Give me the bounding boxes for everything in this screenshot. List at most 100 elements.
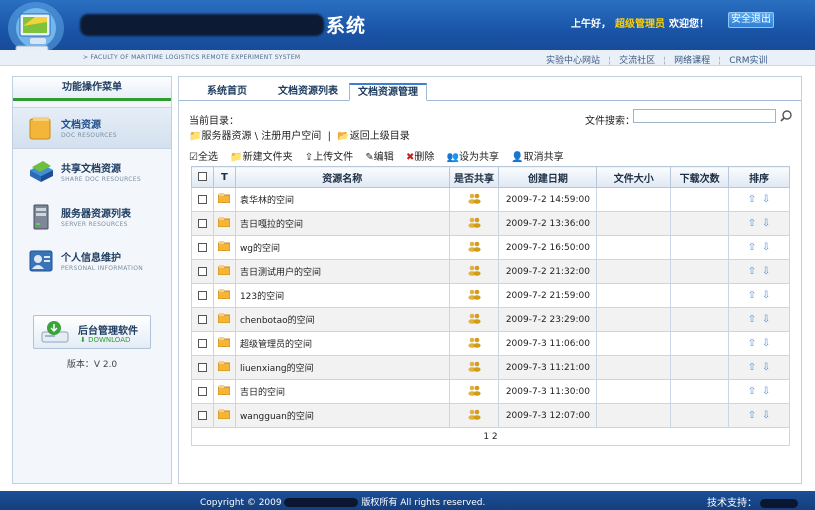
table-row[interactable]: chenbotao的空间 2009-7-2 23:29:00 ⇧ ⇩ [191,307,790,332]
move-up-icon[interactable]: ⇧ [748,386,756,397]
top-link-online-course[interactable]: 网络课程 [674,56,710,66]
move-down-icon[interactable]: ⇩ [762,362,770,373]
move-up-icon[interactable]: ⇧ [748,290,756,301]
sidebar-item-personal-info[interactable]: 个人信息维护 PERSONAL INFORMATION [13,241,171,283]
header-size[interactable]: 文件大小 [596,166,672,188]
move-up-icon[interactable]: ⇧ [748,314,756,325]
row-name[interactable]: 超级管理员的空间 [234,331,450,356]
folder-icon [217,241,231,252]
header-downloads[interactable]: 下载次数 [670,166,730,188]
row-name[interactable]: 吉日测试用户的空间 [234,259,450,284]
table-row[interactable]: wg的空间 2009-7-2 16:50:00 ⇧ ⇩ [191,235,790,260]
top-link-community[interactable]: 交流社区 [619,56,655,66]
row-name[interactable]: 123的空间 [234,283,450,308]
row-select-cell[interactable] [191,307,214,332]
go-up-link[interactable]: 返回上级目录 [350,131,410,142]
tab-home[interactable]: 系统首页 [193,83,261,101]
row-select-cell[interactable] [191,187,214,212]
folder-icon [217,361,231,372]
sidebar-item-doc-resources[interactable]: 文档资源 DOC RESOURCES [13,107,171,149]
move-down-icon[interactable]: ⇩ [762,290,770,301]
download-admin-software-button[interactable]: 后台管理软件 ⬇ DOWNLOAD [33,315,151,349]
move-up-icon[interactable]: ⇧ [748,194,756,205]
header-type: T [212,166,236,188]
move-up-icon[interactable]: ⇧ [748,338,756,349]
row-select-cell[interactable] [191,331,214,356]
table-row[interactable]: 吉日嘎拉的空间 2009-7-2 13:36:00 ⇧ ⇩ [191,211,790,236]
move-down-icon[interactable]: ⇩ [762,242,770,253]
row-name[interactable]: 吉日的空间 [234,379,450,404]
row-downloads [670,355,730,380]
breadcrumb-current[interactable]: 注册用户空间 [261,131,321,142]
move-down-icon[interactable]: ⇩ [762,266,770,277]
move-up-icon[interactable]: ⇧ [748,218,756,229]
checkbox[interactable] [197,290,207,300]
tab-doc-list[interactable]: 文档资源列表 [269,83,347,101]
delete-button[interactable]: ✖删除 [406,148,434,163]
header-name[interactable]: 资源名称 [234,166,450,188]
sidebar-item-server-resources[interactable]: 服务器资源列表 SERVER RESOURCES [13,197,171,239]
edit-button[interactable]: ✎编辑 [365,148,393,163]
set-share-button[interactable]: 👥设为共享 [447,148,499,163]
search-input[interactable] [633,109,776,123]
move-down-icon[interactable]: ⇩ [762,386,770,397]
row-type-cell [212,211,236,236]
header-select-all[interactable] [191,166,214,188]
row-name[interactable]: liuenxiang的空间 [234,355,450,380]
table-row[interactable]: 吉日测试用户的空间 2009-7-2 21:32:00 ⇧ ⇩ [191,259,790,284]
checkbox[interactable] [197,266,207,276]
table-row[interactable]: 123的空间 2009-7-2 21:59:00 ⇧ ⇩ [191,283,790,308]
select-all-button[interactable]: ☑全选 [189,148,218,163]
move-down-icon[interactable]: ⇩ [762,194,770,205]
row-name[interactable]: wangguan的空间 [234,403,450,428]
move-down-icon[interactable]: ⇩ [762,218,770,229]
table-row[interactable]: 超级管理员的空间 2009-7-3 11:06:00 ⇧ ⇩ [191,331,790,356]
top-link-lab-site[interactable]: 实验中心网站 [546,56,600,66]
tab-doc-manage[interactable]: 文档资源管理 [349,83,427,101]
table-row[interactable]: 袁华林的空间 2009-7-2 14:59:00 ⇧ ⇩ [191,187,790,212]
row-select-cell[interactable] [191,283,214,308]
breadcrumb-root[interactable]: 服务器资源 [201,131,251,142]
checkbox[interactable] [197,338,207,348]
move-up-icon[interactable]: ⇧ [748,410,756,421]
checkbox[interactable] [197,218,207,228]
top-link-crm[interactable]: CRM实训 [729,56,767,66]
personal-info-icon [29,250,53,272]
row-select-cell[interactable] [191,259,214,284]
row-name[interactable]: wg的空间 [234,235,450,260]
row-select-cell[interactable] [191,379,214,404]
cancel-share-button[interactable]: 👤取消共享 [511,148,563,163]
folder-icon [217,265,231,276]
checkbox[interactable] [197,410,207,420]
logout-button[interactable]: 安全退出 [728,12,774,28]
row-select-cell[interactable] [191,235,214,260]
folder-icon [29,117,51,140]
new-folder-button[interactable]: 📁新建文件夹 [230,148,292,163]
row-name[interactable]: 袁华林的空间 [234,187,450,212]
row-select-cell[interactable] [191,403,214,428]
row-select-cell[interactable] [191,355,214,380]
checkbox[interactable] [197,386,207,396]
row-name[interactable]: 吉日嘎拉的空间 [234,211,450,236]
move-down-icon[interactable]: ⇩ [762,338,770,349]
row-name[interactable]: chenbotao的空间 [234,307,450,332]
move-up-icon[interactable]: ⇧ [748,266,756,277]
checkbox[interactable] [197,362,207,372]
row-select-cell[interactable] [191,211,214,236]
move-up-icon[interactable]: ⇧ [748,242,756,253]
upload-file-button[interactable]: ⇪上传文件 [305,148,353,163]
search-icon[interactable] [779,109,793,123]
checkbox[interactable] [197,194,207,204]
header-created[interactable]: 创建日期 [498,166,598,188]
move-down-icon[interactable]: ⇩ [762,314,770,325]
checkbox[interactable] [197,314,207,324]
checkbox[interactable] [197,242,207,252]
checkbox[interactable] [197,172,207,181]
move-down-icon[interactable]: ⇩ [762,410,770,421]
move-up-icon[interactable]: ⇧ [748,362,756,373]
pager[interactable]: 1 2 [191,427,790,446]
table-row[interactable]: liuenxiang的空间 2009-7-3 11:21:00 ⇧ ⇩ [191,355,790,380]
table-row[interactable]: 吉日的空间 2009-7-3 11:30:00 ⇧ ⇩ [191,379,790,404]
table-row[interactable]: wangguan的空间 2009-7-3 12:07:00 ⇧ ⇩ [191,403,790,428]
sidebar-item-share-doc[interactable]: 共享文档资源 SHARE DOC RESOURCES [13,152,171,194]
